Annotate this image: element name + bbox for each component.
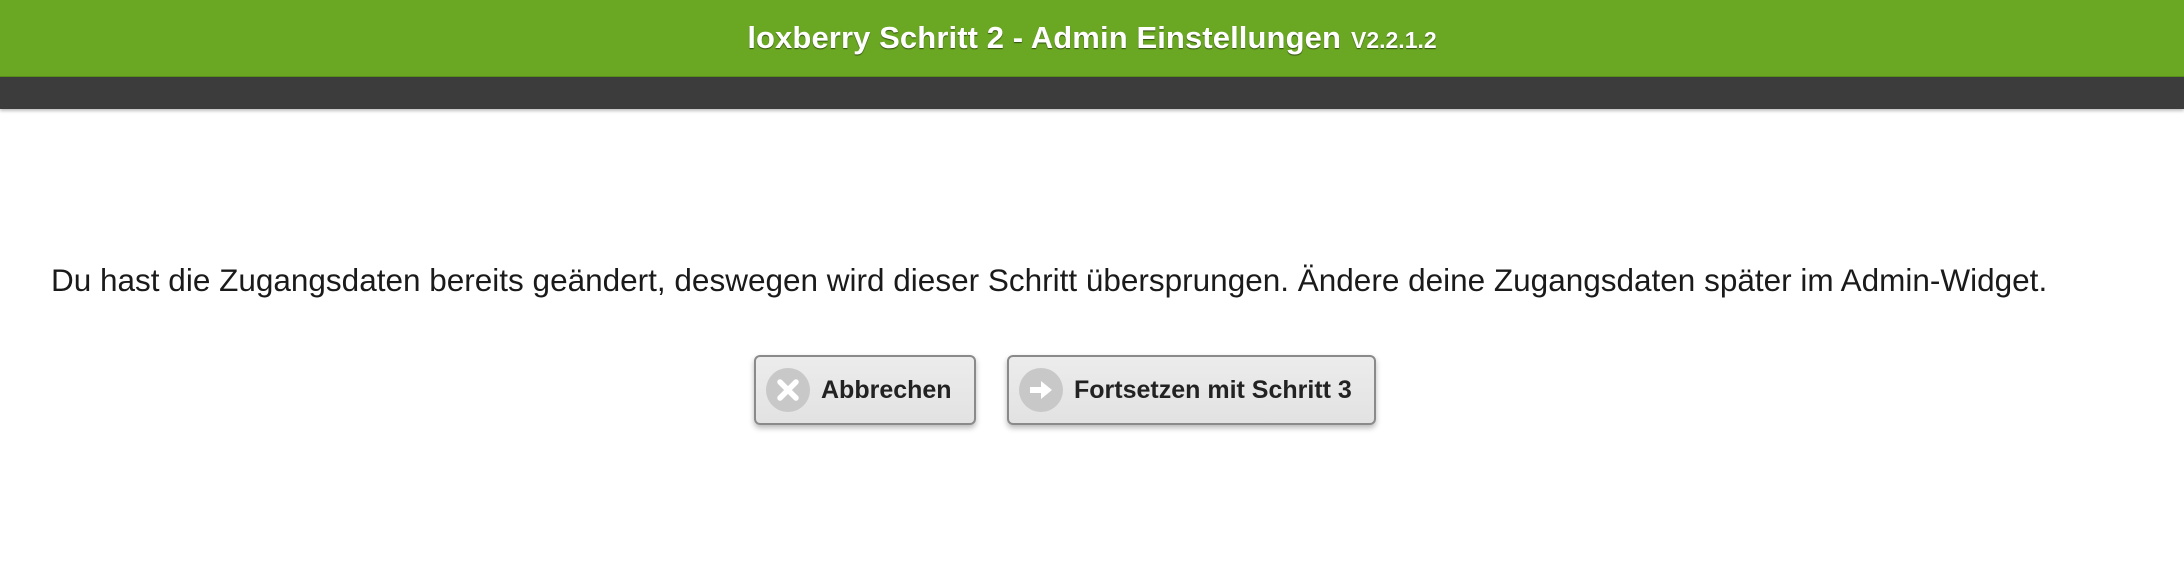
cancel-button-label: Abbrechen [821,375,952,404]
arrow-right-icon [1019,368,1063,412]
cancel-button[interactable]: Abbrechen [754,355,976,425]
page-title: loxberry Schritt 2 - Admin Einstellungen [747,20,1341,55]
continue-button-label: Fortsetzen mit Schritt 3 [1074,375,1352,404]
navbar [0,77,2184,109]
close-icon [766,368,810,412]
version-label: V2.2.1.2 [1350,26,1437,53]
page-header: loxberry Schritt 2 - Admin Einstellungen… [0,0,2184,77]
continue-step3-button[interactable]: Fortsetzen mit Schritt 3 [1007,355,1376,425]
info-message: Du hast die Zugangsdaten bereits geänder… [51,262,2048,298]
